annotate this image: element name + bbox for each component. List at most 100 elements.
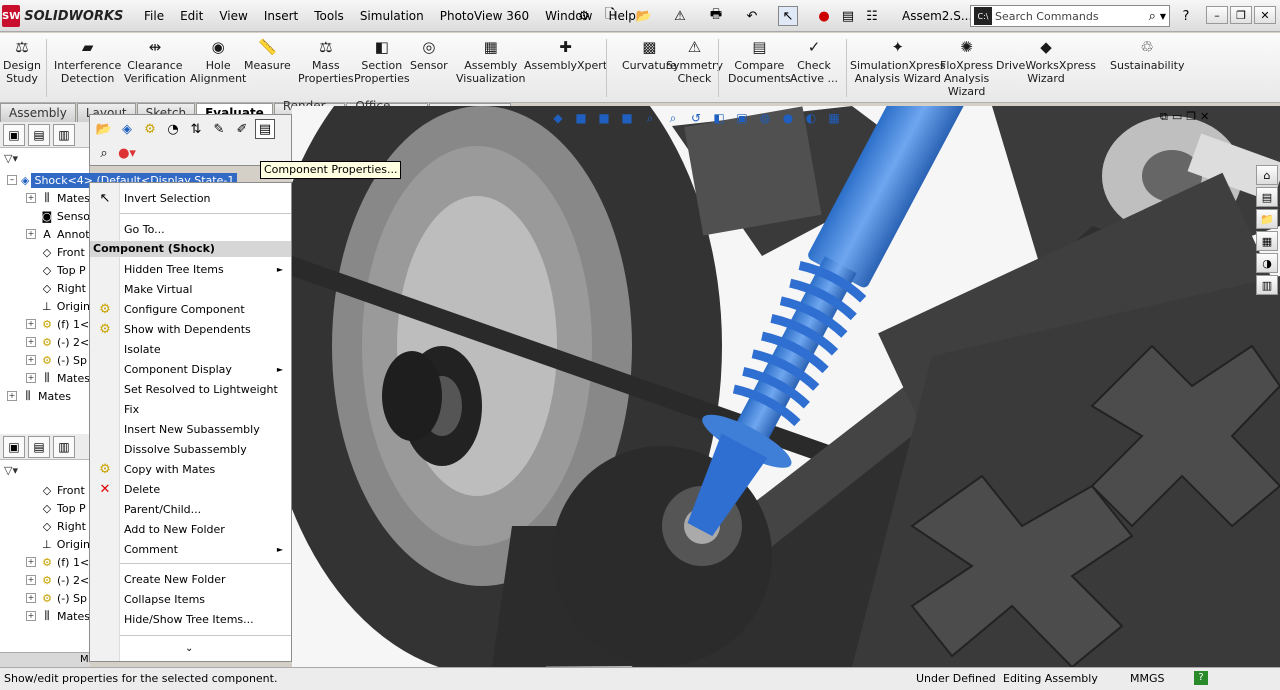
ribbon-compare-documents-button[interactable]: ▤ Compare Documents bbox=[728, 37, 791, 85]
ribbon-interference-detection-button[interactable]: ▰ Interference Detection bbox=[54, 37, 121, 85]
ribbon-mass-properties-button[interactable]: ⚖ Mass Properties bbox=[298, 37, 354, 85]
menu-hidden-tree-items[interactable]: Hidden Tree Items ► bbox=[90, 259, 291, 279]
tree-item[interactable]: + A Annot bbox=[0, 225, 90, 243]
menu-insert-new-subassembly[interactable]: Insert New Subassembly bbox=[90, 419, 291, 439]
ribbon-section-properties-button[interactable]: ◧ Section Properties bbox=[354, 37, 410, 85]
ribbon-assemblyxpert-button[interactable]: ✚ AssemblyXpert bbox=[524, 37, 607, 72]
ribbon-simulationxpress-analysis-wizard-button[interactable]: ✦ SimulationXpress Analysis Wizard bbox=[850, 37, 946, 85]
tree-item[interactable]: ◇ Top P bbox=[0, 261, 90, 279]
menu-collapse-items[interactable]: Collapse Items bbox=[90, 589, 291, 609]
design-library-icon[interactable]: ▤ bbox=[1256, 187, 1278, 207]
menu-isolate[interactable]: Isolate bbox=[90, 339, 291, 359]
previous-view-icon[interactable]: ↺ bbox=[686, 108, 706, 128]
tree-item[interactable]: + ⚙ (-) Sp bbox=[0, 351, 90, 369]
menu-simulation[interactable]: Simulation bbox=[352, 7, 432, 25]
tree-item[interactable]: + ⫼ Mates bbox=[0, 369, 90, 387]
file-explorer-icon[interactable]: 📁 bbox=[1256, 209, 1278, 229]
menu-copy-with-mates[interactable]: ⚙ Copy with Mates bbox=[90, 459, 291, 479]
hide-components-icon[interactable]: ◔ bbox=[163, 119, 183, 139]
restore-button[interactable]: ❐ bbox=[1230, 6, 1252, 24]
open-assembly-icon[interactable]: ◈ bbox=[117, 119, 137, 139]
tree-item[interactable]: ◇ Front bbox=[0, 243, 90, 261]
view-orientation-icon[interactable]: ◆ bbox=[548, 108, 568, 128]
open-part-icon[interactable]: 📂 bbox=[94, 119, 114, 139]
edit-component-icon[interactable]: ⚙ bbox=[140, 119, 160, 139]
help-icon[interactable]: ? bbox=[1176, 6, 1196, 26]
traffic-light-icon[interactable]: ● bbox=[814, 6, 834, 26]
ribbon-clearance-verification-button[interactable]: ⇹ Clearance Verification bbox=[124, 37, 186, 85]
menu-show-with-dependents[interactable]: ⚙ Show with Dependents bbox=[90, 319, 291, 339]
appearances-icon[interactable]: ◑ bbox=[1256, 253, 1278, 273]
expand-toggle[interactable]: + bbox=[26, 319, 36, 329]
new-document-icon[interactable]: 🗋 bbox=[600, 6, 620, 26]
bottom-tab[interactable]: M bbox=[80, 654, 89, 665]
tree-item[interactable]: + ⚙ (-) 2< bbox=[0, 333, 90, 351]
search-input[interactable]: Search Commands bbox=[995, 10, 1149, 23]
tree-item[interactable]: ⊥ Origin bbox=[0, 535, 90, 553]
viewport-restore-icon[interactable]: ❐ bbox=[1186, 110, 1196, 124]
view-iso-icon[interactable]: ■ bbox=[617, 108, 637, 128]
tree-item[interactable]: ⊥ Origin bbox=[0, 297, 90, 315]
select-pointer-icon[interactable]: ↖ bbox=[778, 6, 798, 26]
view-settings-icon[interactable]: ▦ bbox=[824, 108, 844, 128]
ribbon-assembly-visualization-button[interactable]: ▦ Assembly Visualization bbox=[456, 37, 525, 85]
view-palette-icon[interactable]: ▦ bbox=[1256, 231, 1278, 251]
menu-comment[interactable]: Comment ► bbox=[90, 539, 291, 559]
property-manager-icon[interactable]: ▤ bbox=[28, 123, 50, 146]
configuration-manager-icon[interactable]: ▥ bbox=[53, 435, 75, 458]
ribbon-hole-alignment-button[interactable]: ◉ Hole Alignment bbox=[190, 37, 246, 85]
feature-tree-icon[interactable]: ▣ bbox=[3, 123, 25, 146]
viewport-minimize-icon[interactable]: ▭ bbox=[1172, 110, 1182, 124]
expand-toggle[interactable]: + bbox=[26, 229, 36, 239]
feature-tree-icon[interactable]: ▣ bbox=[3, 435, 25, 458]
ribbon-sensor-button[interactable]: ◎ Sensor bbox=[410, 37, 448, 72]
solidworks-resources-icon[interactable]: ⌂ bbox=[1256, 165, 1278, 185]
menu-photoview-360[interactable]: PhotoView 360 bbox=[432, 7, 537, 25]
status-units[interactable]: MMGS bbox=[1130, 672, 1165, 685]
ribbon-sustainability-button[interactable]: ♲ Sustainability bbox=[1110, 37, 1184, 72]
menu-expand-chevron-icon[interactable]: ⌄ bbox=[185, 643, 193, 654]
menu-view[interactable]: View bbox=[211, 7, 255, 25]
print-icon[interactable]: 🖶 bbox=[706, 6, 726, 26]
ribbon-driveworksxpress-wizard-button[interactable]: ◆ DriveWorksXpress Wizard bbox=[996, 37, 1096, 85]
ribbon-floxpress-analysis-wizard-button[interactable]: ✺ FloXpress Analysis Wizard bbox=[940, 37, 993, 98]
rebuild-icon[interactable]: ✐ bbox=[232, 119, 252, 139]
menu-delete[interactable]: ✕ Delete bbox=[90, 479, 291, 499]
tree-item[interactable]: + ⚙ (f) 1< bbox=[0, 315, 90, 333]
hide-show-icon[interactable]: ◍ bbox=[755, 108, 775, 128]
tab-assembly[interactable]: Assembly bbox=[0, 103, 76, 122]
status-help-icon[interactable]: ? bbox=[1194, 671, 1208, 685]
bottom-scroll-bar[interactable]: M bbox=[0, 652, 90, 667]
pin-icon[interactable]: ⚙ bbox=[574, 6, 594, 26]
tree-item[interactable]: + ⫼ Mates bbox=[0, 189, 90, 207]
ribbon-design-study-button[interactable]: ⚖ Design Study bbox=[3, 37, 41, 85]
menu-make-virtual[interactable]: Make Virtual bbox=[90, 279, 291, 299]
configuration-manager-icon[interactable]: ▥ bbox=[53, 123, 75, 146]
options-icon[interactable]: ☷ bbox=[862, 6, 882, 26]
filter-icon[interactable]: ▽▾ bbox=[4, 152, 18, 165]
zoom-area-icon[interactable]: ⌕ bbox=[663, 108, 683, 128]
ribbon-measure-button[interactable]: 📏 Measure bbox=[244, 37, 291, 72]
tree-item[interactable]: ◇ Right bbox=[0, 517, 90, 535]
ribbon-check-active-button[interactable]: ✓ Check Active ... bbox=[790, 37, 838, 85]
open-document-icon[interactable]: 📂 bbox=[634, 6, 654, 26]
expand-toggle[interactable]: + bbox=[7, 391, 17, 401]
menu-add-to-new-folder[interactable]: Add to New Folder bbox=[90, 519, 291, 539]
tree-item[interactable]: ◇ Front bbox=[0, 481, 90, 499]
menu-tools[interactable]: Tools bbox=[306, 7, 352, 25]
file-properties-icon[interactable]: ▤ bbox=[838, 6, 858, 26]
expand-toggle[interactable]: + bbox=[26, 373, 36, 383]
menu-file[interactable]: File bbox=[136, 7, 172, 25]
section-view-icon[interactable]: ◧ bbox=[709, 108, 729, 128]
expand-toggle[interactable]: + bbox=[26, 575, 36, 585]
appearance-picker-icon[interactable]: ●▾ bbox=[117, 143, 137, 163]
viewport-close-icon[interactable]: ✕ bbox=[1200, 110, 1209, 124]
expand-toggle[interactable]: + bbox=[26, 611, 36, 621]
zoom-fit-icon[interactable]: ⌕ bbox=[640, 108, 660, 128]
tree-item[interactable]: + ⫼ Mates bbox=[0, 607, 90, 625]
minimize-button[interactable]: – bbox=[1206, 6, 1228, 24]
menu-fix[interactable]: Fix bbox=[90, 399, 291, 419]
tree-item[interactable]: ◇ Right bbox=[0, 279, 90, 297]
menu-invert-selection[interactable]: ↖ Invert Selection bbox=[90, 188, 291, 208]
undo-icon[interactable]: ↶ bbox=[742, 6, 762, 26]
